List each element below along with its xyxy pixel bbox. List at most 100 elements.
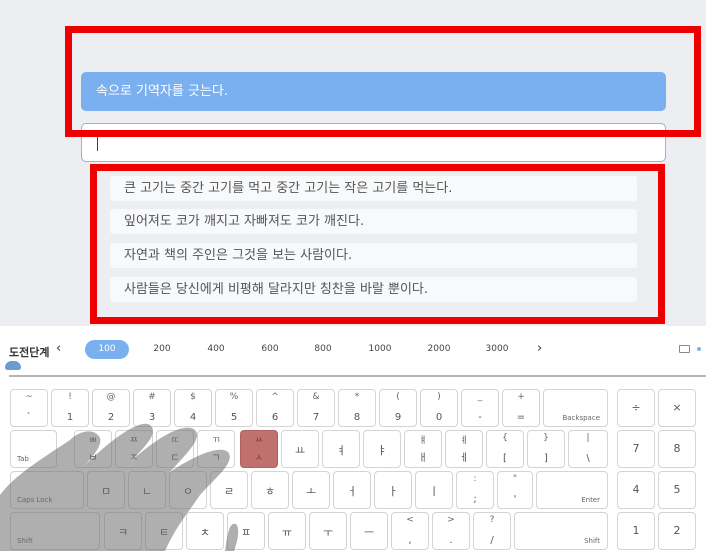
key[interactable]: ㅉㅈ <box>115 430 153 468</box>
key[interactable]: ㅍ <box>227 512 265 550</box>
key-top: # <box>148 392 156 402</box>
key-bottom: / <box>490 535 494 546</box>
key[interactable]: ㅌ <box>145 512 183 550</box>
key[interactable]: | \ <box>568 430 608 468</box>
level-400[interactable]: 400 <box>194 340 238 359</box>
key[interactable]: :; <box>456 471 494 509</box>
key[interactable]: ~ ` <box>10 389 48 427</box>
key-center: ㅛ <box>294 444 306 457</box>
key-bottom: ㅅ <box>254 453 264 464</box>
key-bottom: ] <box>544 453 548 464</box>
key[interactable]: ㅖㅔ <box>445 430 483 468</box>
key[interactable]: ㅗ <box>292 471 330 509</box>
key[interactable]: ㅡ <box>350 512 388 550</box>
key[interactable]: ㅜ <box>309 512 347 550</box>
level-2000[interactable]: 2000 <box>417 340 461 359</box>
key-bottom: ; <box>473 494 477 505</box>
level-600[interactable]: 600 <box>248 340 292 359</box>
key-center: 1 <box>632 524 640 537</box>
key-top: ㄲ <box>211 436 221 446</box>
key-bottom: \ <box>586 453 590 464</box>
key-top: * <box>354 392 360 402</box>
typing-input[interactable] <box>81 123 666 162</box>
enter-key[interactable]: Enter <box>536 471 608 509</box>
key[interactable]: ㅛ <box>281 430 319 468</box>
key[interactable]: ㄴ <box>128 471 166 509</box>
key-center: 4 <box>632 483 640 496</box>
key[interactable]: ㅑ <box>363 430 401 468</box>
key[interactable]: ㄸㄷ <box>156 430 194 468</box>
key[interactable]: <, <box>391 512 429 550</box>
key-top: ㅆ <box>254 436 264 446</box>
key[interactable]: ^ 6 <box>256 389 294 427</box>
level-100[interactable]: 100 <box>85 340 129 359</box>
key-bottom: ㄷ <box>170 453 180 464</box>
key[interactable]: ㅒㅐ <box>404 430 442 468</box>
key[interactable]: ㄹ <box>210 471 248 509</box>
key-bottom: 9 <box>394 412 402 423</box>
level-1000[interactable]: 1000 <box>358 340 402 359</box>
capslock-key[interactable]: Caps Lock <box>10 471 84 509</box>
key[interactable]: % 5 <box>215 389 253 427</box>
numpad-key[interactable]: 2 <box>658 512 696 550</box>
key[interactable]: ) 0 <box>420 389 458 427</box>
numpad-key[interactable]: 5 <box>658 471 696 509</box>
key[interactable]: ㄲㄱ <box>197 430 235 468</box>
key[interactable]: * 8 <box>338 389 376 427</box>
key-top: ㅒ <box>418 436 428 446</box>
key-bottom: 1 <box>66 412 74 423</box>
key-highlighted[interactable]: ㅆㅅ <box>240 430 278 468</box>
key[interactable]: _ - <box>461 389 499 427</box>
key-center: ㄹ <box>223 485 235 498</box>
key-bottom: 5 <box>230 412 238 423</box>
level-800[interactable]: 800 <box>301 340 345 359</box>
key[interactable]: ㅕ <box>322 430 360 468</box>
key[interactable]: }] <box>527 430 565 468</box>
key[interactable]: ㅋ <box>104 512 142 550</box>
key[interactable]: ㅎ <box>251 471 289 509</box>
numpad-key[interactable]: ÷ <box>617 389 655 427</box>
key[interactable]: ㅃㅂ <box>74 430 112 468</box>
key[interactable]: ㅓ <box>333 471 371 509</box>
chevron-left-icon[interactable]: ‹ <box>56 341 61 356</box>
numpad-key[interactable]: 4 <box>617 471 655 509</box>
key[interactable]: {[ <box>486 430 524 468</box>
key-bottom: . <box>449 535 453 546</box>
key[interactable]: ? / <box>473 512 511 550</box>
key[interactable]: ㅁ <box>87 471 125 509</box>
key[interactable]: & 7 <box>297 389 335 427</box>
backspace-key[interactable]: Backspace <box>543 389 608 427</box>
chevron-right-icon[interactable]: › <box>537 341 542 356</box>
tab-key[interactable]: Tab <box>10 430 57 468</box>
key-bottom: = <box>516 412 526 423</box>
key[interactable]: $4 <box>174 389 212 427</box>
numpad-key[interactable]: × <box>658 389 696 427</box>
key-center: ㅍ <box>240 526 252 539</box>
key[interactable]: ㅇ <box>169 471 207 509</box>
numpad-key[interactable]: 8 <box>658 430 696 468</box>
progress-track <box>9 375 706 377</box>
key-top: ! <box>68 392 72 402</box>
key[interactable]: >. <box>432 512 470 550</box>
key[interactable]: ㅊ <box>186 512 224 550</box>
key[interactable]: ㅣ <box>415 471 453 509</box>
current-sentence: 속으로 기역자를 긋는다. <box>81 72 666 111</box>
keyboard-icon[interactable] <box>679 345 690 353</box>
key[interactable]: " ' <box>497 471 533 509</box>
key[interactable]: ㅏ <box>374 471 412 509</box>
key-center: ㅣ <box>428 485 440 498</box>
shift-key-right[interactable]: Shift <box>514 512 608 550</box>
numpad-key[interactable]: 1 <box>617 512 655 550</box>
numpad-key[interactable]: 7 <box>617 430 655 468</box>
level-3000[interactable]: 3000 <box>475 340 519 359</box>
shift-key-left[interactable]: Shift <box>10 512 100 550</box>
key[interactable]: ㅠ <box>268 512 306 550</box>
key[interactable]: #3 <box>133 389 171 427</box>
level-200[interactable]: 200 <box>140 340 184 359</box>
key[interactable]: (9 <box>379 389 417 427</box>
key-top: ) <box>437 392 441 402</box>
key[interactable]: ! 1 <box>51 389 89 427</box>
key[interactable]: + = <box>502 389 540 427</box>
key[interactable]: @2 <box>92 389 130 427</box>
key-top: ? <box>489 515 495 525</box>
